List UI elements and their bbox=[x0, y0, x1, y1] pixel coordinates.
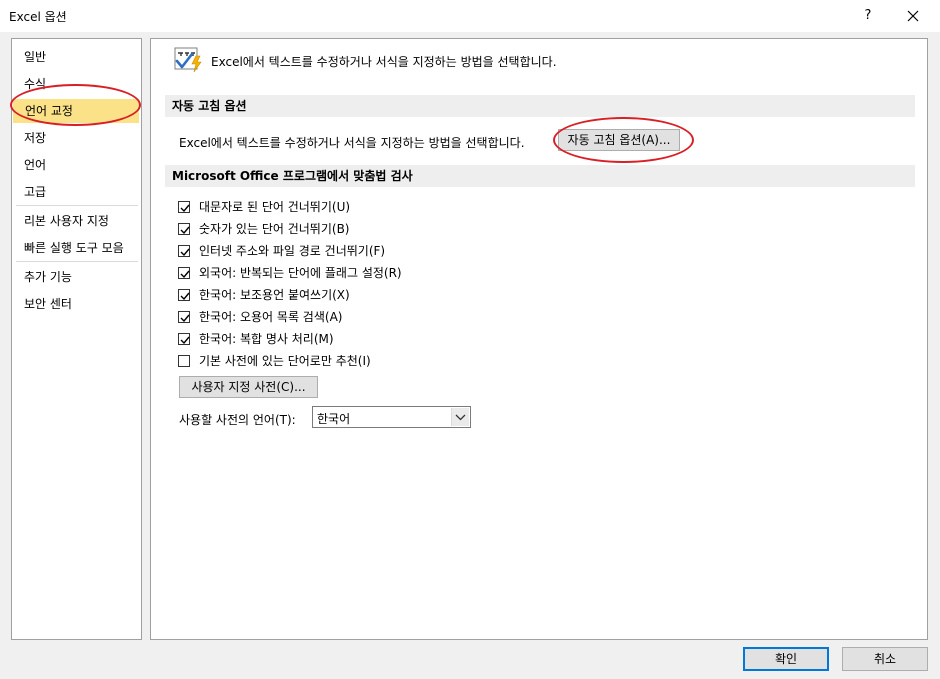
checkbox-label: 기본 사전에 있는 단어로만 추천(I) bbox=[199, 354, 371, 368]
checkbox-box[interactable] bbox=[178, 245, 190, 257]
dictionary-language-value: 한국어 bbox=[317, 412, 351, 426]
checkbox-box[interactable] bbox=[178, 355, 190, 367]
options-dialog: 일반 수식 언어 교정 저장 언어 고급 리본 사용자 지정 빠른 실행 도구 … bbox=[0, 32, 940, 679]
section-spelling-title: Microsoft Office 프로그램에서 맞춤법 검사 bbox=[165, 165, 915, 187]
checkbox-label: 한국어: 복합 명사 처리(M) bbox=[199, 332, 334, 346]
nav-item-customize-ribbon[interactable]: 리본 사용자 지정 bbox=[12, 209, 141, 233]
checkbox-label: 한국어: 보조용언 붙여쓰기(X) bbox=[199, 288, 350, 302]
check-icon bbox=[180, 270, 190, 279]
cancel-button[interactable]: 취소 bbox=[842, 647, 928, 671]
close-icon bbox=[907, 10, 919, 22]
chevron-down-icon[interactable] bbox=[451, 408, 469, 426]
title-bar: Excel 옵션 ? bbox=[0, 0, 940, 32]
nav-item-add-ins[interactable]: 추가 기능 bbox=[12, 265, 141, 289]
nav-item-general[interactable]: 일반 bbox=[12, 45, 141, 69]
nav-item-language[interactable]: 언어 bbox=[12, 153, 141, 177]
check-icon bbox=[180, 226, 190, 235]
section-autocorrect-title: 자동 고침 옵션 bbox=[165, 95, 915, 117]
close-button[interactable] bbox=[900, 4, 926, 28]
page-header-text: Excel에서 텍스트를 수정하거나 서식을 지정하는 방법을 선택합니다. bbox=[211, 55, 557, 69]
nav-item-formulas[interactable]: 수식 bbox=[12, 72, 141, 96]
check-icon bbox=[180, 336, 190, 345]
checkbox-label: 숫자가 있는 단어 건너뛰기(B) bbox=[199, 222, 350, 236]
check-icon bbox=[180, 204, 190, 213]
checkbox-label: 대문자로 된 단어 건너뛰기(U) bbox=[199, 200, 351, 214]
check-icon bbox=[180, 314, 190, 323]
nav-item-trust-center[interactable]: 보안 센터 bbox=[12, 292, 141, 316]
dictionary-language-label: 사용할 사전의 언어(T): bbox=[179, 413, 296, 427]
window-title: Excel 옵션 bbox=[9, 10, 67, 24]
check-icon bbox=[180, 292, 190, 301]
checkbox-box[interactable] bbox=[178, 311, 190, 323]
autocorrect-description: Excel에서 텍스트를 수정하거나 서식을 지정하는 방법을 선택합니다. bbox=[179, 136, 525, 150]
nav-item-advanced[interactable]: 고급 bbox=[12, 180, 141, 204]
checkbox-box[interactable] bbox=[178, 333, 190, 345]
nav-item-proofing[interactable]: 언어 교정 bbox=[13, 99, 139, 123]
abc-check-icon bbox=[174, 47, 202, 73]
checkbox-label: 외국어: 반복되는 단어에 플래그 설정(R) bbox=[199, 266, 402, 280]
nav-divider bbox=[16, 261, 138, 262]
proofing-panel: Excel에서 텍스트를 수정하거나 서식을 지정하는 방법을 선택합니다. 자… bbox=[150, 38, 928, 640]
checkbox-box[interactable] bbox=[178, 289, 190, 301]
checkbox-box[interactable] bbox=[178, 267, 190, 279]
check-icon bbox=[180, 248, 190, 257]
custom-dictionaries-button[interactable]: 사용자 지정 사전(C)... bbox=[179, 376, 318, 398]
checkbox-box[interactable] bbox=[178, 223, 190, 235]
category-nav: 일반 수식 언어 교정 저장 언어 고급 리본 사용자 지정 빠른 실행 도구 … bbox=[11, 38, 142, 640]
autocorrect-options-button[interactable]: 자동 고침 옵션(A)... bbox=[558, 129, 680, 151]
dictionary-language-select[interactable]: 한국어 bbox=[312, 406, 471, 428]
nav-item-quick-access-toolbar[interactable]: 빠른 실행 도구 모음 bbox=[12, 236, 141, 260]
checkbox-label: 인터넷 주소와 파일 경로 건너뛰기(F) bbox=[199, 244, 386, 258]
help-button[interactable]: ? bbox=[858, 6, 878, 26]
checkbox-box[interactable] bbox=[178, 201, 190, 213]
ok-button[interactable]: 확인 bbox=[743, 647, 829, 671]
nav-divider bbox=[16, 205, 138, 206]
checkbox-label: 한국어: 오용어 목록 검색(A) bbox=[199, 310, 343, 324]
nav-item-save[interactable]: 저장 bbox=[12, 126, 141, 150]
